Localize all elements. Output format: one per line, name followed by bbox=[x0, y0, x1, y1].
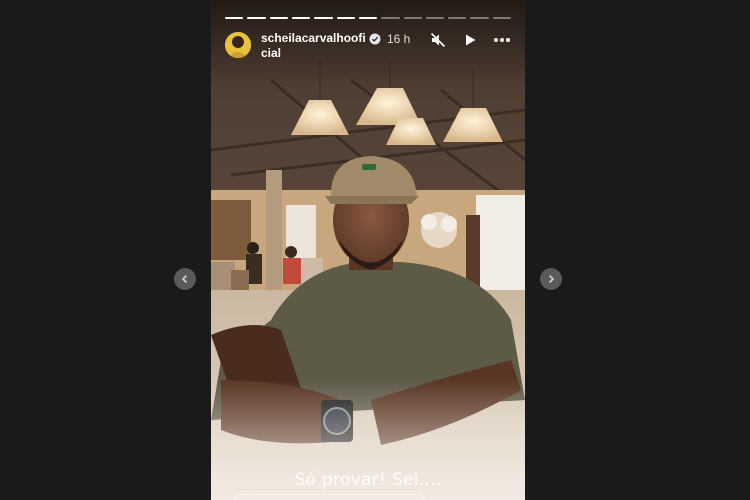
more-options-icon bbox=[494, 38, 510, 42]
chevron-right-icon bbox=[548, 274, 555, 284]
more-options-button[interactable] bbox=[493, 32, 511, 48]
story-photo bbox=[211, 0, 525, 500]
progress-segment bbox=[247, 17, 266, 19]
muted-speaker-icon bbox=[430, 32, 446, 48]
progress-segment bbox=[403, 17, 422, 19]
progress-segment bbox=[470, 17, 489, 19]
story-timestamp: 16 h bbox=[387, 32, 411, 46]
next-story-button[interactable] bbox=[540, 268, 562, 290]
progress-segment bbox=[225, 17, 244, 19]
story-viewer[interactable]: scheilacarvalhoofi cial 16 h Só provar! … bbox=[211, 0, 525, 500]
chevron-left-icon bbox=[181, 274, 188, 284]
progress-segment bbox=[358, 17, 378, 19]
play-button[interactable] bbox=[461, 32, 479, 48]
progress-segment bbox=[291, 17, 311, 19]
verified-badge-icon bbox=[369, 33, 381, 45]
progress-segment bbox=[425, 17, 445, 19]
avatar[interactable] bbox=[225, 32, 251, 58]
story-progress-bar bbox=[225, 17, 512, 20]
progress-segment bbox=[314, 17, 333, 19]
progress-segment bbox=[381, 17, 400, 19]
play-icon bbox=[466, 34, 476, 46]
progress-segment bbox=[269, 17, 288, 19]
previous-story-button[interactable] bbox=[174, 268, 196, 290]
username-link[interactable]: scheilacarvalhoofi cial bbox=[261, 31, 369, 61]
progress-segment bbox=[492, 17, 512, 19]
progress-segment bbox=[448, 17, 467, 19]
story-header: scheilacarvalhoofi cial 16 h bbox=[225, 30, 511, 64]
progress-segment bbox=[336, 17, 355, 19]
reply-input[interactable] bbox=[233, 494, 427, 500]
story-caption: Só provar! Sei.... bbox=[294, 470, 442, 490]
mute-button[interactable] bbox=[429, 32, 447, 48]
